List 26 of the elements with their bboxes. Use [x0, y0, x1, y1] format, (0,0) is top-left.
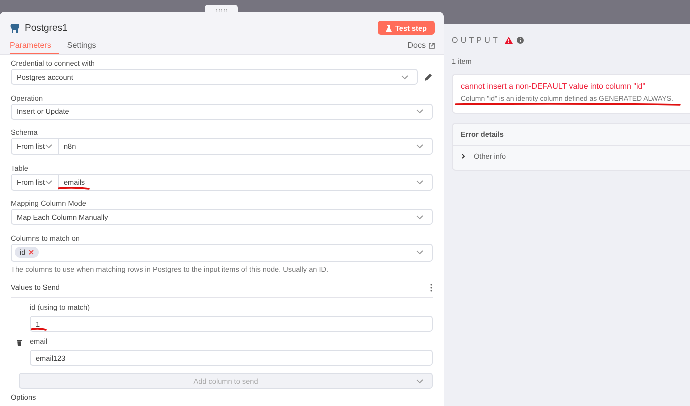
chevron-down-icon [416, 180, 424, 184]
warning-icon [504, 37, 512, 44]
docs-link[interactable]: Docs [408, 41, 435, 54]
pencil-icon[interactable] [424, 72, 433, 82]
chevron-down-icon [416, 378, 424, 384]
chevron-down-icon [401, 74, 409, 80]
annotation-underline [58, 186, 90, 190]
chevron-down-icon [416, 214, 424, 220]
kebab-menu-icon[interactable] [430, 284, 433, 292]
tab[interactable]: Settings [67, 41, 104, 54]
external-link-icon [429, 42, 435, 48]
chevron-right-icon [461, 154, 466, 159]
panel-title: OUTPUT [452, 36, 500, 45]
flask-icon [386, 24, 392, 32]
chevron-down-icon [416, 109, 424, 114]
trash-icon[interactable] [16, 340, 22, 346]
annotation-underline [31, 327, 47, 332]
info-icon [516, 37, 524, 44]
node-title: Postgres1 [25, 22, 69, 34]
error-message: cannot insert a non-DEFAULT value into column "id" [461, 82, 646, 91]
chevron-down-icon [45, 180, 53, 184]
drag-handle[interactable] [205, 5, 238, 15]
close-icon[interactable] [28, 250, 34, 255]
chevron-down-icon [416, 144, 424, 149]
chevron-down-icon [416, 250, 424, 255]
chevron-down-icon [45, 144, 53, 149]
